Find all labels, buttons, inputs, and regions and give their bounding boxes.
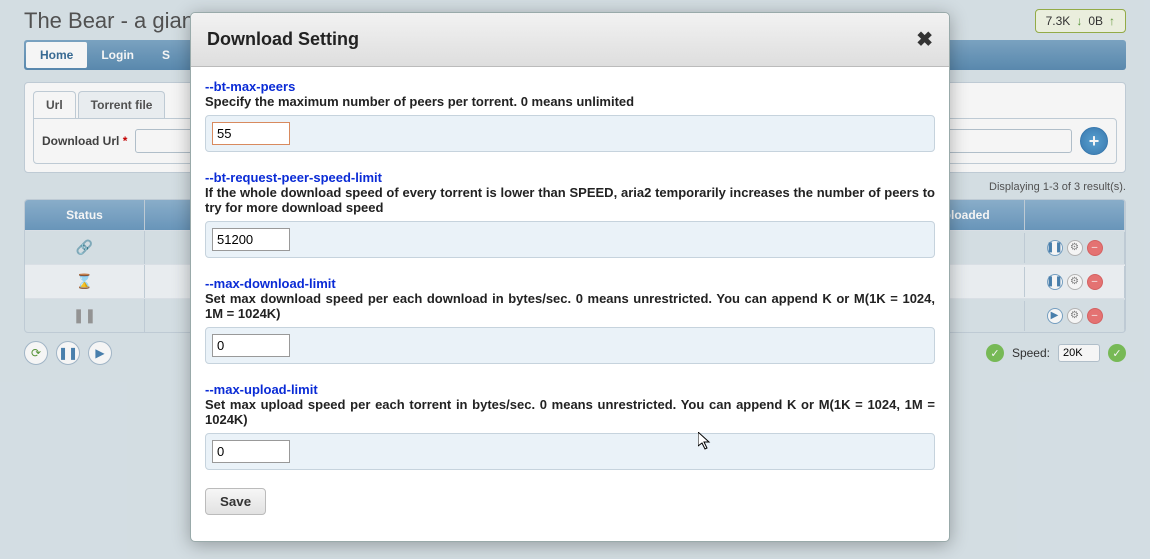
setting-desc: Set max upload speed per each torrent in… (205, 397, 935, 427)
max-download-limit-input[interactable] (212, 334, 290, 357)
setting-key: --bt-max-peers (205, 79, 935, 94)
bt-request-peer-speed-input[interactable] (212, 228, 290, 251)
close-icon[interactable]: ✖ (916, 27, 933, 52)
save-button[interactable]: Save (205, 488, 266, 515)
download-setting-modal: Download Setting ✖ --bt-max-peers Specif… (190, 12, 950, 542)
modal-title: Download Setting (207, 29, 359, 50)
bt-max-peers-input[interactable] (212, 122, 290, 145)
setting-desc: Set max download speed per each download… (205, 291, 935, 321)
setting-desc: If the whole download speed of every tor… (205, 185, 935, 215)
setting-key: --max-upload-limit (205, 382, 935, 397)
max-upload-limit-input[interactable] (212, 440, 290, 463)
setting-key: --bt-request-peer-speed-limit (205, 170, 935, 185)
setting-key: --max-download-limit (205, 276, 935, 291)
setting-desc: Specify the maximum number of peers per … (205, 94, 935, 109)
